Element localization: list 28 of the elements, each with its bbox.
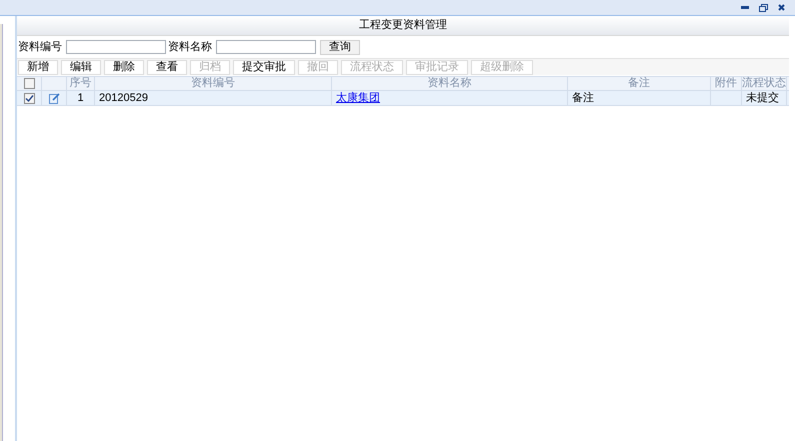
- search-field[interactable]: [66, 40, 166, 54]
- toolbar-button[interactable]: 删除: [104, 60, 144, 74]
- column-header: 序号: [67, 77, 95, 90]
- table-cell-text: 20120529: [99, 90, 148, 106]
- checkbox[interactable]: [24, 92, 34, 104]
- column-header: 资料名称: [332, 77, 568, 90]
- material-link[interactable]: 太康集团: [336, 90, 380, 106]
- table-row[interactable]: 1 20120529 太康集团 备注 未提交: [17, 91, 789, 106]
- column-header: 资料编号: [95, 77, 332, 90]
- toolbar-button[interactable]: 编辑: [61, 60, 101, 74]
- restore-icon[interactable]: [759, 4, 768, 12]
- column-header: 备注: [568, 77, 711, 90]
- window-title: 工程变更资料管理: [359, 18, 447, 34]
- table-cell-text: 备注: [572, 90, 594, 106]
- search-button[interactable]: 查询: [320, 40, 360, 54]
- toolbar-button[interactable]: 新增: [18, 60, 58, 74]
- close-icon[interactable]: [778, 4, 785, 11]
- checkbox[interactable]: [24, 78, 34, 89]
- column-header: 附件: [711, 77, 742, 90]
- toolbar-button[interactable]: 查看: [147, 60, 187, 74]
- edit-icon[interactable]: [48, 92, 60, 104]
- column-header: 流程状态: [742, 77, 787, 90]
- toolbar-button[interactable]: 提交审批: [233, 60, 295, 74]
- table-cell-text: 未提交: [746, 90, 779, 106]
- table-cell-text: 1: [77, 90, 84, 106]
- search-field[interactable]: [216, 40, 316, 54]
- field-label: 资料名称: [168, 40, 212, 55]
- field-label: 资料编号: [18, 40, 62, 55]
